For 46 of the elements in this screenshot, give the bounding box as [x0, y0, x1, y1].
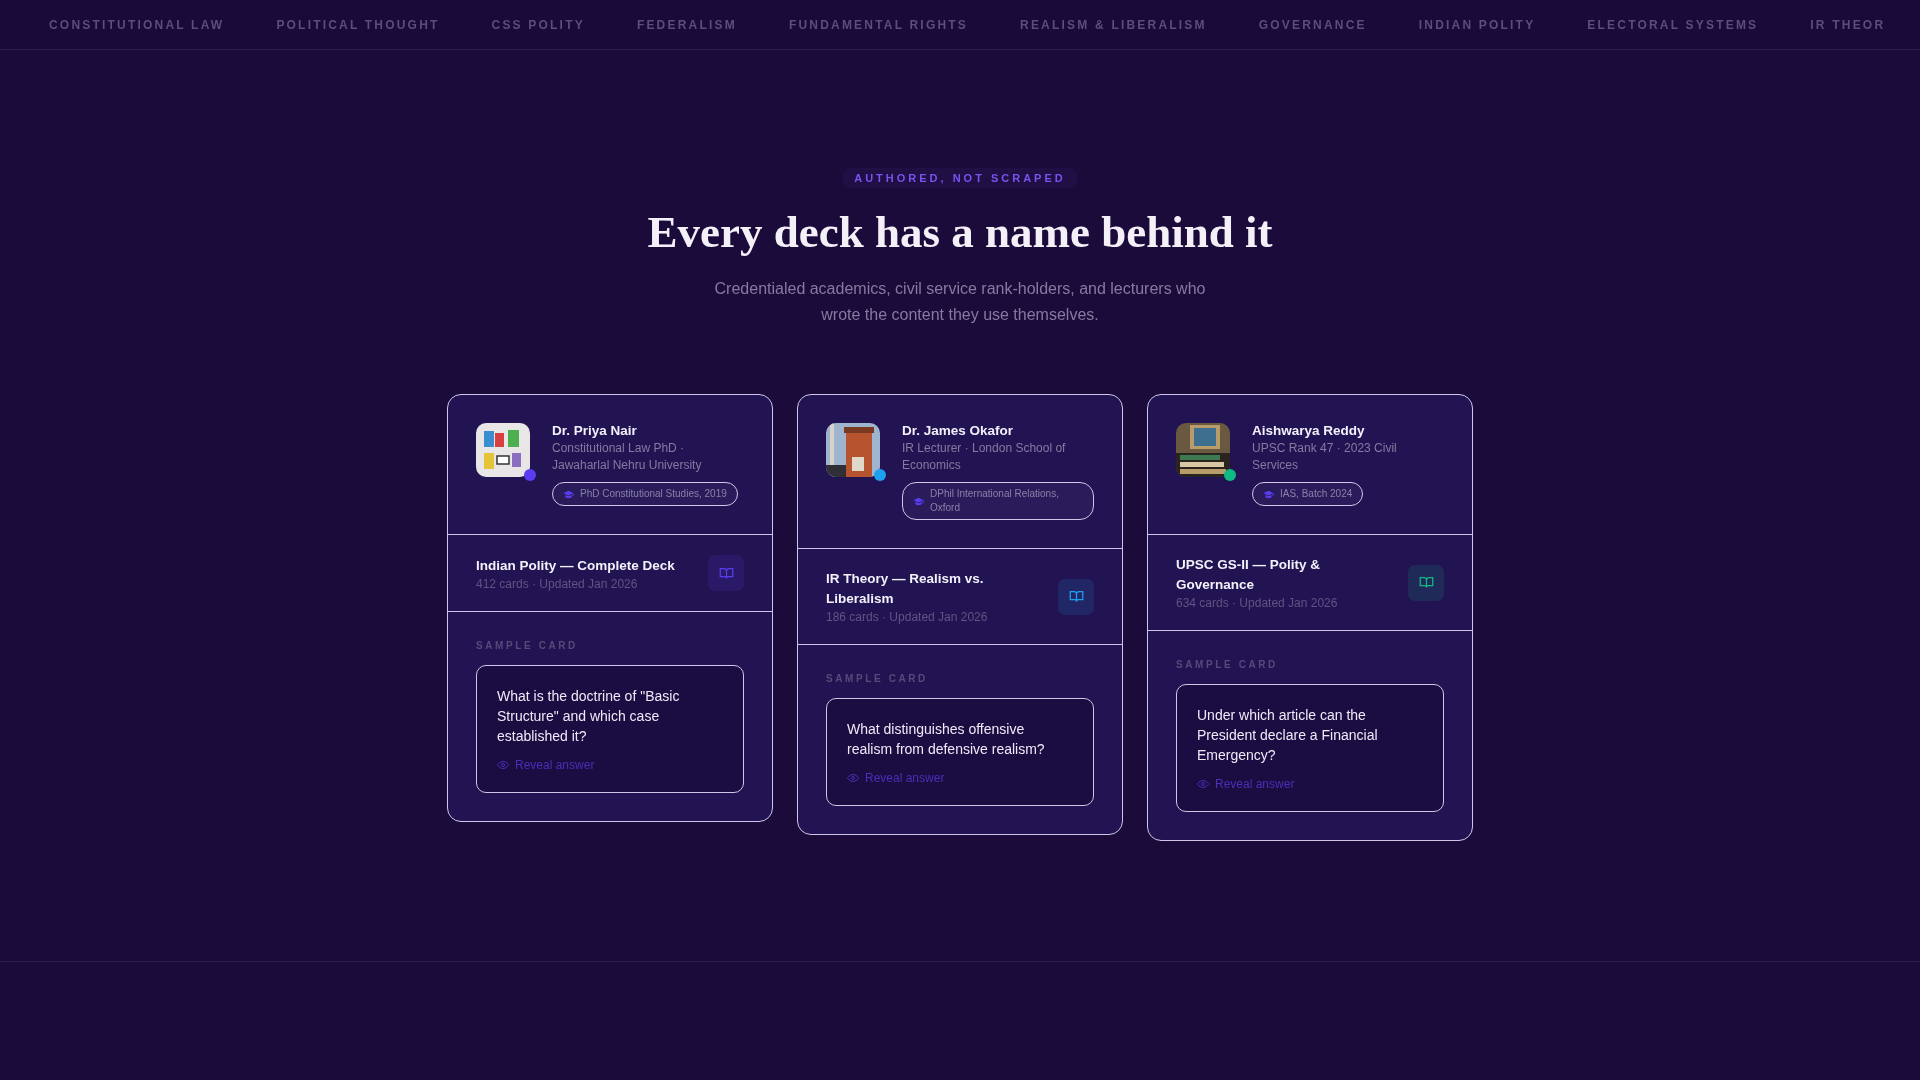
book-icon [1068, 589, 1084, 604]
topic-link[interactable]: GOVERNANCE [1258, 17, 1367, 32]
author-role: UPSC Rank 47 · 2023 Civil Services [1252, 440, 1398, 474]
topic-link[interactable]: POLITICAL THOUGHT [276, 17, 440, 32]
reveal-answer-link[interactable]: Reveal answer [1197, 777, 1423, 791]
card-question: Under which article can the President declare a Financial Emergency? [1197, 706, 1379, 765]
topic-link[interactable]: CONSTITUTIONAL LAW [49, 17, 225, 32]
topic-link[interactable]: FUNDAMENTAL RIGHTS [788, 17, 969, 32]
book-icon [718, 565, 734, 581]
credential-text: DPhil International Relations, Oxford [930, 487, 1060, 515]
deck-title: Indian Polity — Complete Deck [476, 556, 675, 575]
graduation-cap-icon [1263, 488, 1274, 500]
credential-text: IAS, Batch 2024 [1280, 487, 1353, 501]
author-name: Aishwarya Reddy [1252, 423, 1365, 438]
author-name: Dr. James Okafor [902, 423, 1014, 438]
topic-link[interactable]: CSS POLITY [491, 17, 585, 32]
author-name: Dr. Priya Nair [552, 423, 637, 438]
section-subtitle: Credentialed academics, civil service rank-holders, and lecturers who wrote the content they use themselves. [713, 279, 1207, 325]
deck-title: IR Theory — Realism vs. Liberalism [826, 570, 985, 608]
book-icon [1418, 575, 1434, 590]
topic-link[interactable]: IR THEOR [1810, 17, 1886, 32]
deck-title: UPSC GS-II — Polity & Governance [1176, 556, 1322, 594]
graduation-cap-icon [913, 495, 924, 507]
eye-icon [847, 772, 859, 784]
eye-icon [497, 759, 509, 771]
topic-link[interactable]: INDIAN POLITY [1418, 17, 1536, 32]
reveal-answer-link[interactable]: Reveal answer [847, 771, 1073, 785]
deck-meta: 186 cards · Updated Jan 2026 [826, 610, 989, 624]
graduation-cap-icon [563, 488, 574, 500]
credential-text: PhD Constitutional Studies, 2019 [580, 487, 727, 501]
author-role: Constitutional Law PhD · Jawaharlal Nehru University [552, 440, 703, 474]
open-deck-button[interactable] [1408, 564, 1444, 601]
reveal-answer-link[interactable]: Reveal answer [497, 758, 723, 772]
topic-link[interactable]: FEDERALISM [636, 17, 737, 32]
card-question: What is the doctrine of "Basic Structure" and which case established it? [497, 687, 681, 746]
open-deck-button[interactable] [708, 555, 744, 591]
card-question: What distinguishes offensive realism from defensive realism? [847, 720, 1046, 759]
section-heading: Every deck has a name behind it [647, 206, 1273, 258]
author-role: IR Lecturer · London School of Economics [902, 440, 1067, 474]
eye-icon [1197, 778, 1209, 790]
topic-link[interactable]: REALISM & LIBERALISM [1020, 17, 1207, 32]
deck-meta: 412 cards · Updated Jan 2026 [476, 576, 639, 591]
topic-link[interactable]: ELECTORAL SYSTEMS [1587, 17, 1759, 32]
eyebrow-badge: AUTHORED, NOT SCRAPED [842, 168, 1078, 188]
open-deck-button[interactable] [1058, 578, 1094, 615]
deck-meta: 634 cards · Updated Jan 2026 [1176, 596, 1339, 610]
